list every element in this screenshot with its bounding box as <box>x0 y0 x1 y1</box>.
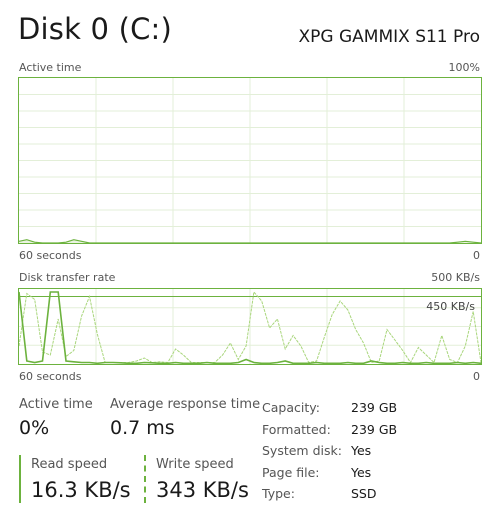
active-time-graph-plot <box>19 78 481 243</box>
read-speed-stat-label: Read speed <box>31 457 108 472</box>
disk-model: XPG GAMMIX S11 Pro <box>298 27 480 47</box>
property-value: Yes <box>351 464 372 480</box>
disk-properties: Capacity: 239 GB Formatted: 239 GB Syste… <box>262 397 397 505</box>
property-key: Formatted: <box>262 421 331 437</box>
property-row: Capacity: 239 GB <box>262 397 397 419</box>
property-value: 239 GB <box>351 421 398 437</box>
active-time-graph-max: 100% <box>448 61 480 74</box>
write-speed-stat-label: Write speed <box>156 457 234 472</box>
property-row: Type: SSD <box>262 483 397 505</box>
avg-response-stat-value: 0.7 ms <box>110 417 175 439</box>
transfer-graph-x-right: 0 <box>473 370 480 383</box>
property-key: System disk: <box>262 443 342 459</box>
property-value: SSD <box>351 486 377 502</box>
property-key: Type: <box>262 486 295 502</box>
active-time-stat-value: 0% <box>19 417 50 439</box>
property-key: Page file: <box>262 464 320 480</box>
property-row: System disk: Yes <box>262 440 397 462</box>
active-time-graph <box>18 77 482 244</box>
disk-title: Disk 0 (C:) <box>18 12 173 46</box>
active-time-graph-label: Active time <box>19 61 82 74</box>
avg-response-stat: Average response time 0.7 ms <box>110 397 260 439</box>
active-time-stat-label: Active time <box>19 397 93 412</box>
read-speed-stat-value: 16.3 KB/s <box>31 478 131 502</box>
write-speed-stat: Write speed 343 KB/s <box>144 455 249 503</box>
active-time-stat: Active time 0% <box>19 397 93 439</box>
active-time-graph-x-right: 0 <box>473 249 480 262</box>
transfer-graph-plot <box>19 289 481 364</box>
property-value: 239 GB <box>351 400 398 416</box>
transfer-graph-label: Disk transfer rate <box>19 271 116 284</box>
transfer-graph-x-left: 60 seconds <box>19 370 82 383</box>
property-key: Capacity: <box>262 400 320 416</box>
property-row: Formatted: 239 GB <box>262 419 397 441</box>
read-speed-stat: Read speed 16.3 KB/s <box>19 455 131 503</box>
avg-response-stat-label: Average response time <box>110 397 261 412</box>
transfer-graph-max: 500 KB/s <box>431 271 480 284</box>
active-time-graph-x-left: 60 seconds <box>19 249 82 262</box>
property-row: Page file: Yes <box>262 462 397 484</box>
transfer-graph: 450 KB/s <box>18 288 482 365</box>
transfer-graph-reference-label: 450 KB/s <box>426 300 475 313</box>
write-speed-stat-value: 343 KB/s <box>156 478 249 502</box>
property-value: Yes <box>351 443 372 459</box>
